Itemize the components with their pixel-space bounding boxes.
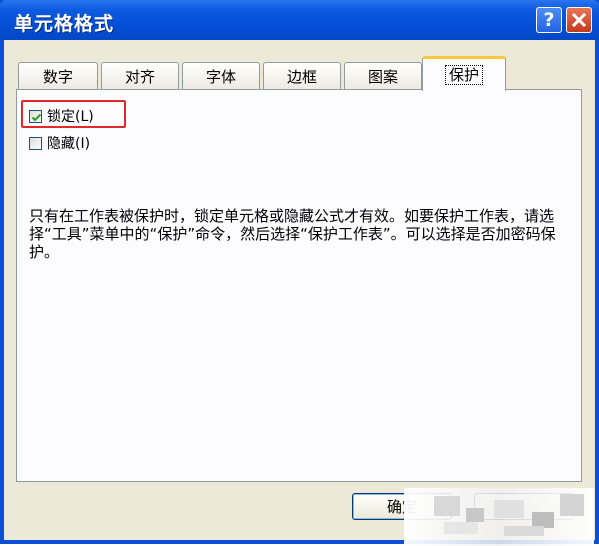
- blurred-region: [404, 488, 594, 546]
- tab-font[interactable]: 字体: [182, 62, 260, 90]
- locked-checkbox-box[interactable]: [29, 109, 42, 123]
- title-bar[interactable]: 单元格格式 ?: [0, 0, 599, 40]
- protection-description: 只有在工作表被保护时，锁定单元格或隐藏公式才有效。如要保护工作表，请选择“工具”…: [29, 207, 556, 261]
- tab-number[interactable]: 数字: [18, 62, 98, 90]
- tab-patterns[interactable]: 图案: [344, 62, 422, 90]
- tab-label: 保护: [444, 65, 483, 85]
- hidden-checkbox[interactable]: 隐藏(I): [29, 133, 90, 153]
- tab-protection[interactable]: 保护: [422, 56, 506, 91]
- tab-strip: 数字 对齐 字体 边框 图案 保护: [18, 56, 578, 91]
- hidden-checkbox-box[interactable]: [29, 136, 42, 150]
- tab-label: 对齐: [124, 68, 155, 86]
- hidden-label: 隐藏(I): [47, 136, 91, 152]
- tab-label: 字体: [205, 68, 236, 86]
- dialog-body: 数字 对齐 字体 边框 图案 保护 锁定(L) 隐藏(I) 只有在工作表被保护时…: [4, 40, 595, 546]
- close-icon: [572, 13, 586, 27]
- dialog-title: 单元格格式: [14, 13, 115, 35]
- protection-panel: 锁定(L) 隐藏(I) 只有在工作表被保护时，锁定单元格或隐藏公式才有效。如要保…: [16, 89, 582, 482]
- tab-border[interactable]: 边框: [263, 62, 341, 90]
- close-button[interactable]: [566, 7, 592, 33]
- tab-label: 图案: [367, 68, 398, 86]
- tab-alignment[interactable]: 对齐: [101, 62, 179, 90]
- locked-label: 锁定(L): [47, 109, 94, 125]
- help-icon: ?: [543, 9, 555, 31]
- help-button[interactable]: ?: [536, 7, 562, 33]
- format-cells-dialog: 单元格格式 ? 数字 对齐 字体 边框 图案 保护 锁定(L) 隐藏(I) 只有…: [0, 0, 599, 546]
- tab-label: 边框: [286, 68, 317, 86]
- checkmark-icon: [31, 113, 42, 121]
- tab-label: 数字: [42, 68, 73, 86]
- locked-checkbox[interactable]: 锁定(L): [29, 106, 94, 126]
